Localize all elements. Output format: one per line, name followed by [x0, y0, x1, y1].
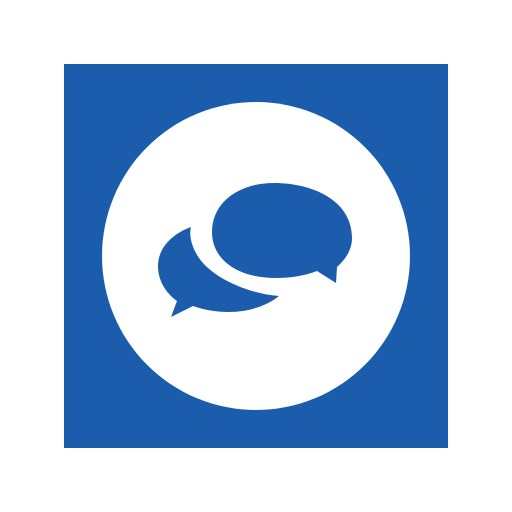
front-speech-bubble-icon: [212, 183, 352, 283]
chat-bubbles-icon: [158, 183, 352, 317]
app-icon-tile[interactable]: [64, 64, 448, 448]
